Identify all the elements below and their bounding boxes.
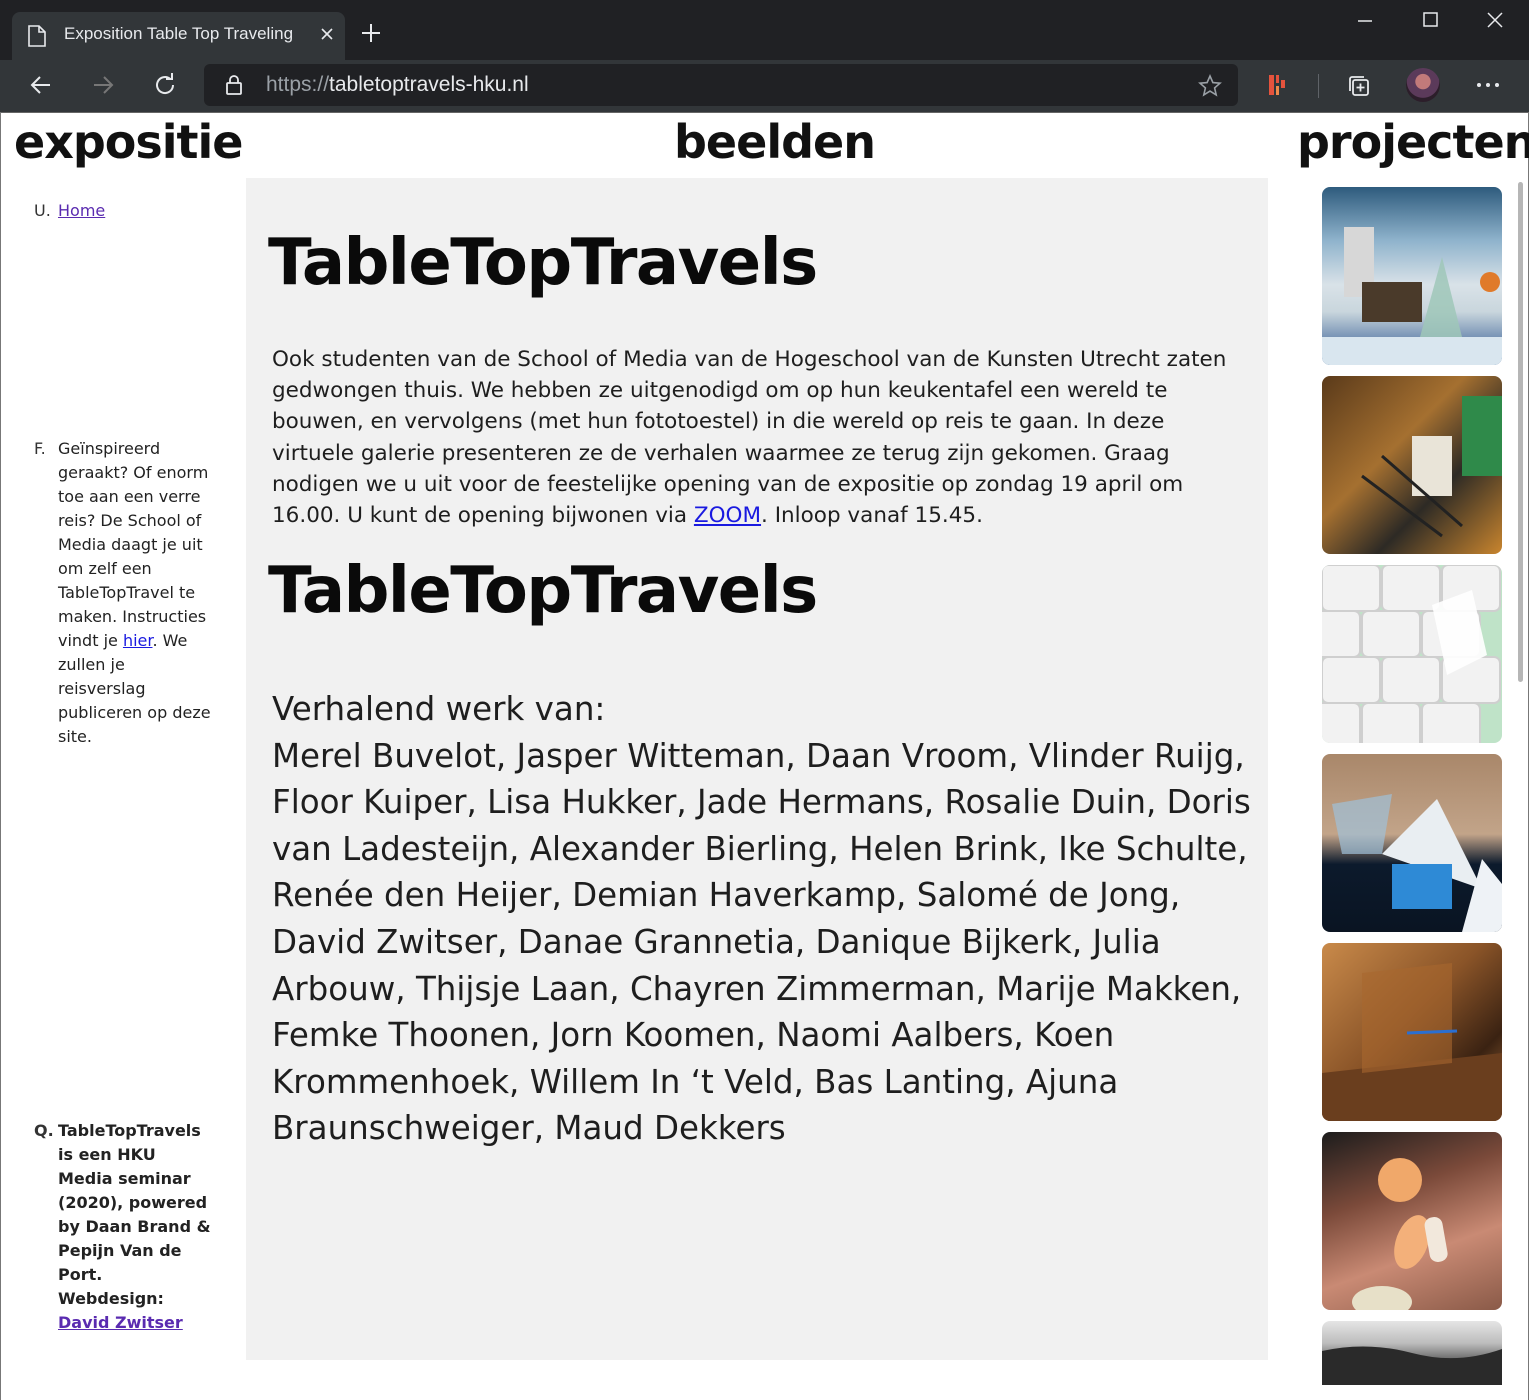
browser-tab[interactable]: Exposition Table Top Traveling: [12, 12, 345, 60]
project-thumb-2[interactable]: [1322, 376, 1502, 554]
favorite-star-icon[interactable]: [1198, 74, 1222, 102]
url-scheme: https://: [266, 73, 330, 96]
project-photo-black-white: [1322, 1346, 1502, 1385]
project-photo-plush-bear: [1361, 396, 1502, 538]
main-content: TableTopTravels Ook studenten van de Sch…: [246, 178, 1268, 1360]
sidebar-challenge: F. Geïnspireerd geraakt? Of enorm toe aa…: [34, 437, 214, 749]
instructions-link[interactable]: hier: [123, 631, 153, 650]
credits-text: TableTopTravels is een HKU Media seminar…: [58, 1121, 211, 1308]
scrollbar-thumb[interactable]: [1518, 182, 1523, 682]
new-tab-icon[interactable]: [360, 22, 382, 48]
maximize-icon[interactable]: [1421, 10, 1441, 34]
zoom-link[interactable]: ZOOM: [694, 503, 761, 528]
profile-avatar[interactable]: [1406, 68, 1440, 102]
credits-glyph: Q.: [34, 1121, 54, 1140]
close-window-icon[interactable]: [1485, 10, 1505, 34]
webdesign-link[interactable]: David Zwitser: [58, 1313, 183, 1332]
more-menu-icon[interactable]: [1474, 72, 1502, 102]
home-glyph: U.: [34, 201, 51, 220]
toolbar-separator: [1318, 74, 1319, 98]
back-arrow-icon[interactable]: [28, 72, 54, 102]
close-tab-icon[interactable]: [319, 26, 335, 46]
challenge-glyph: F.: [34, 439, 46, 458]
extension-icon[interactable]: [1266, 72, 1290, 102]
authors-list: Merel Buvelot, Jasper Witteman, Daan Vro…: [272, 736, 1251, 1148]
tab-title: Exposition Table Top Traveling: [64, 24, 294, 43]
browser-toolbar: https://tabletoptravels-hku.nl: [0, 60, 1529, 112]
project-thumb-5[interactable]: [1322, 943, 1502, 1121]
minimize-icon[interactable]: [1355, 10, 1375, 34]
project-thumb-6[interactable]: [1322, 1132, 1502, 1310]
url-domain: tabletoptravels-hku.nl: [329, 73, 529, 96]
nav-projecten[interactable]: projecten: [1297, 112, 1529, 172]
authors-heading: Verhalend werk van:: [272, 690, 606, 728]
address-bar[interactable]: https://tabletoptravels-hku.nl: [204, 64, 1238, 106]
nav-expositie[interactable]: expositie: [14, 112, 244, 172]
project-photo-glass-tent: [1332, 794, 1502, 932]
sidebar-home: U. Home: [34, 199, 214, 223]
project-thumb-1[interactable]: [1322, 187, 1502, 365]
project-photo-glass-landscape: [1322, 227, 1502, 365]
home-link[interactable]: Home: [58, 201, 105, 220]
section-title: TableTopTravels: [268, 554, 818, 628]
window-border-left: [0, 112, 1, 1400]
project-thumb-4[interactable]: [1322, 754, 1502, 932]
forward-arrow-icon[interactable]: [90, 72, 116, 102]
project-photo-toilet-paper-wall: [1322, 565, 1501, 743]
nav-beelden[interactable]: beelden: [674, 112, 876, 172]
sidebar-credits: Q. TableTopTravels is een HKU Media semi…: [34, 1119, 214, 1335]
intro-text-end: . Inloop vanaf 15.45.: [761, 503, 983, 529]
browser-tabstrip: Exposition Table Top Traveling: [0, 0, 1529, 60]
page-icon: [28, 25, 46, 51]
url-text: https://tabletoptravels-hku.nl: [266, 73, 529, 97]
page-title: TableTopTravels: [268, 226, 818, 300]
challenge-text: Geïnspireerd geraakt? Of enorm toe aan e…: [58, 439, 209, 650]
project-photo-doll-parts: [1352, 1158, 1448, 1310]
reload-icon[interactable]: [152, 72, 178, 102]
lock-icon: [224, 74, 244, 100]
intro-text: Ook studenten van de School of Media van…: [272, 347, 1227, 529]
project-thumb-7[interactable]: [1322, 1321, 1502, 1385]
collections-icon[interactable]: [1346, 73, 1372, 103]
authors-block: Verhalend werk van: Merel Buvelot, Jasper…: [272, 686, 1257, 1152]
intro-paragraph: Ook studenten van de School of Media van…: [272, 344, 1252, 531]
project-photo-cardboard-room: [1322, 963, 1502, 1121]
project-thumb-3[interactable]: [1322, 565, 1502, 743]
